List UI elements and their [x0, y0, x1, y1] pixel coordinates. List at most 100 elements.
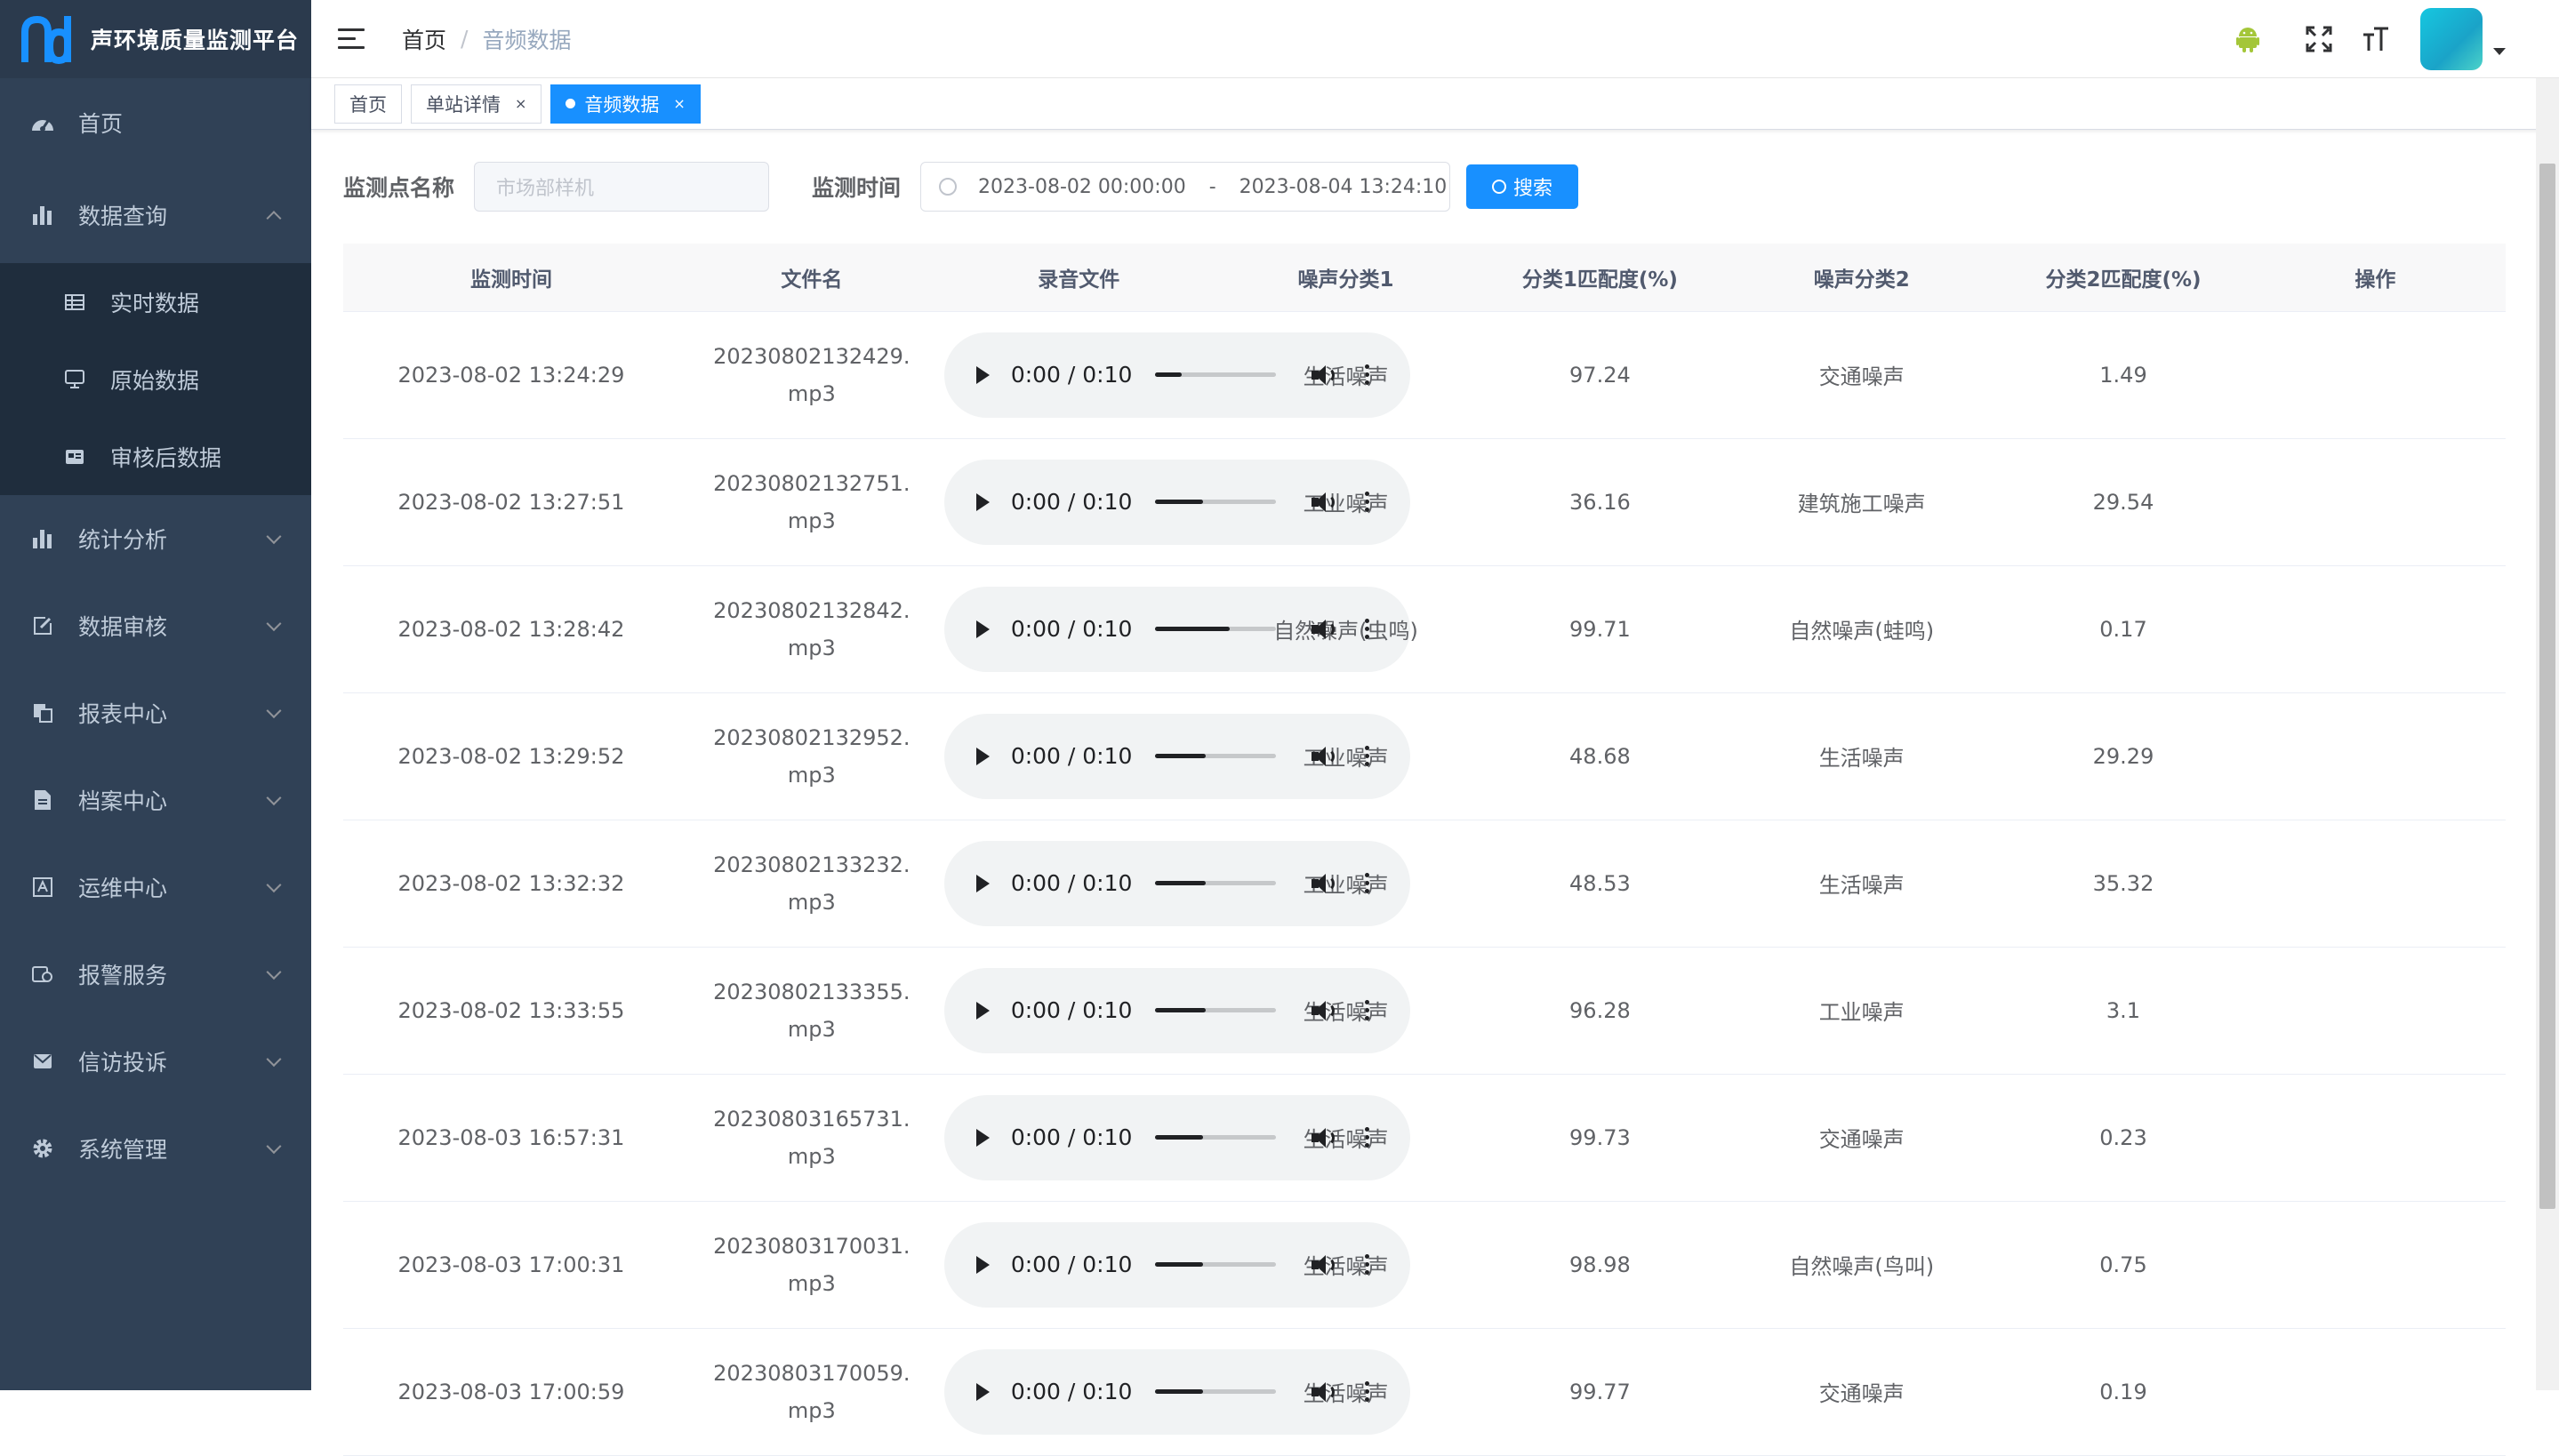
progress-bar[interactable] [1154, 372, 1276, 377]
volume-icon[interactable] [1311, 745, 1338, 768]
play-icon[interactable] [975, 492, 990, 511]
cell-match1: 96.28 [1478, 947, 1722, 1075]
card-icon [62, 444, 87, 469]
play-icon[interactable] [975, 747, 990, 765]
progress-fill [1154, 1008, 1206, 1012]
range-separator: - [1208, 175, 1216, 198]
progress-fill [1154, 754, 1206, 758]
sidebar-item-report-center[interactable]: 报表中心 [0, 669, 311, 756]
sidebar-item-label: 报表中心 [78, 701, 168, 727]
play-icon[interactable] [975, 365, 990, 384]
gear-icon [30, 1136, 55, 1161]
cell-match1: 48.68 [1478, 692, 1722, 820]
play-icon[interactable] [975, 1001, 990, 1020]
player-time: 0:00 / 0:10 [1010, 362, 1133, 388]
cell-actions [2244, 311, 2506, 439]
sidebar-item-archive-center[interactable]: 档案中心 [0, 756, 311, 844]
play-icon[interactable] [975, 1382, 990, 1401]
tag-home[interactable]: 首页 [334, 84, 402, 124]
logo[interactable]: 声环境质量监测平台 [0, 0, 311, 78]
sidebar-item-statistics[interactable]: 统计分析 [0, 495, 311, 582]
close-icon[interactable]: × [515, 95, 526, 112]
breadcrumb-home[interactable]: 首页 [402, 23, 446, 55]
progress-bar[interactable] [1154, 1008, 1276, 1012]
sidebar-item-label: 统计分析 [78, 527, 168, 553]
sidebar-item-data-audit[interactable]: 数据审核 [0, 582, 311, 669]
tag-station-detail[interactable]: 单站详情 × [411, 84, 542, 124]
cell-actions [2244, 947, 2506, 1075]
sidebar-item-complaints[interactable]: 信访投诉 [0, 1018, 311, 1105]
progress-bar[interactable] [1154, 500, 1276, 504]
search-icon [1492, 180, 1507, 194]
sidebar-item-ops-center[interactable]: 运维中心 [0, 844, 311, 931]
scrollbar-thumb[interactable] [2539, 164, 2555, 1209]
volume-icon[interactable] [1311, 491, 1338, 514]
play-icon[interactable] [975, 1128, 990, 1147]
sidebar-item-system-admin[interactable]: 系统管理 [0, 1105, 311, 1192]
sidebar-item-home[interactable]: 首页 [0, 78, 311, 167]
play-icon[interactable] [975, 620, 990, 638]
date-range-picker[interactable]: 2023-08-02 00:00:00 - 2023-08-04 13:24:1… [920, 162, 1451, 212]
progress-bar[interactable] [1154, 1135, 1276, 1140]
cell-time: 2023-08-03 17:00:31 [343, 1201, 679, 1329]
search-button[interactable]: 搜索 [1466, 164, 1579, 209]
filename-part: 20230803165731. [713, 1106, 910, 1132]
cell-time: 2023-08-02 13:33:55 [343, 947, 679, 1075]
sidebar-item-audited-data[interactable]: 审核后数据 [0, 418, 311, 495]
sidebar-item-label: 原始数据 [110, 367, 200, 394]
progress-bar[interactable] [1154, 754, 1276, 758]
bar-chart-icon [30, 526, 55, 551]
progress-bar[interactable] [1154, 1262, 1276, 1267]
caret-down-icon[interactable] [2493, 48, 2506, 55]
close-icon[interactable]: × [673, 95, 685, 112]
column-header: 噪声分类2 [1721, 244, 2002, 312]
search-button-label: 搜索 [1513, 178, 1553, 200]
tag-audio-data[interactable]: 音频数据 × [550, 84, 701, 124]
filename-part: 20230802132952. [713, 724, 910, 750]
navbar: 首页 / 音频数据 [311, 0, 2559, 78]
font-size-icon[interactable] [2358, 21, 2394, 57]
breadcrumb-current: 音频数据 [482, 27, 572, 53]
station-input[interactable]: 市场部样机 [474, 162, 770, 212]
volume-icon[interactable] [1311, 1380, 1338, 1404]
volume-icon[interactable] [1311, 364, 1338, 387]
progress-bar[interactable] [1154, 881, 1276, 885]
app-title: 声环境质量监测平台 [91, 28, 300, 53]
sidebar-item-data-query[interactable]: 数据查询 [0, 167, 311, 263]
player-time: 0:00 / 0:10 [1010, 743, 1133, 769]
cell-filename: 20230803165731. mp3 [678, 1074, 944, 1202]
sidebar-item-realtime-data[interactable]: 实时数据 [0, 263, 311, 340]
progress-bar[interactable] [1154, 627, 1276, 631]
play-icon[interactable] [975, 874, 990, 892]
avatar[interactable] [2420, 8, 2483, 70]
table-header: 监测时间 文件名 录音文件 噪声分类1 分类1匹配度(%) 噪声分类2 分类2匹配度(%) 操… [343, 244, 2506, 312]
copy-icon [30, 700, 55, 725]
cell-match1: 98.98 [1478, 1201, 1722, 1329]
range-start[interactable]: 2023-08-02 00:00:00 [978, 176, 1186, 198]
volume-icon[interactable] [1311, 872, 1338, 895]
progress-fill [1154, 372, 1182, 377]
cell-audio: 0:00 / 0:10 [943, 820, 1410, 948]
filename-ext: mp3 [787, 380, 836, 406]
content: 监测点名称 市场部样机 监测时间 2023-08-02 00:00:00 - 2… [311, 130, 2534, 1456]
player-time: 0:00 / 0:10 [1010, 616, 1133, 642]
volume-icon[interactable] [1311, 1253, 1338, 1276]
play-icon[interactable] [975, 1255, 990, 1274]
table-row: 2023-08-02 13:24:29 20230802132429. mp3 0:0… [343, 311, 2506, 439]
sidebar-item-alarm-service[interactable]: 报警服务 [0, 931, 311, 1018]
sidebar-item-raw-data[interactable]: 原始数据 [0, 340, 311, 418]
range-end[interactable]: 2023-08-04 13:24:10 [1239, 176, 1448, 198]
fullscreen-icon[interactable] [2301, 21, 2337, 57]
cell-match1: 48.53 [1478, 820, 1722, 948]
volume-icon[interactable] [1311, 618, 1338, 641]
cell-filename: 20230802132751. mp3 [678, 438, 944, 566]
volume-icon[interactable] [1311, 1126, 1338, 1149]
scrollbar-track[interactable] [2536, 78, 2559, 1390]
volume-icon[interactable] [1311, 999, 1338, 1022]
filename-ext: mp3 [787, 889, 836, 915]
hamburger-icon[interactable] [338, 28, 365, 50]
cell-match2: 35.32 [2001, 820, 2245, 948]
cell-audio: 0:00 / 0:10 [943, 692, 1410, 820]
sidebar-item-label: 实时数据 [110, 290, 200, 316]
android-icon[interactable] [2230, 21, 2266, 57]
